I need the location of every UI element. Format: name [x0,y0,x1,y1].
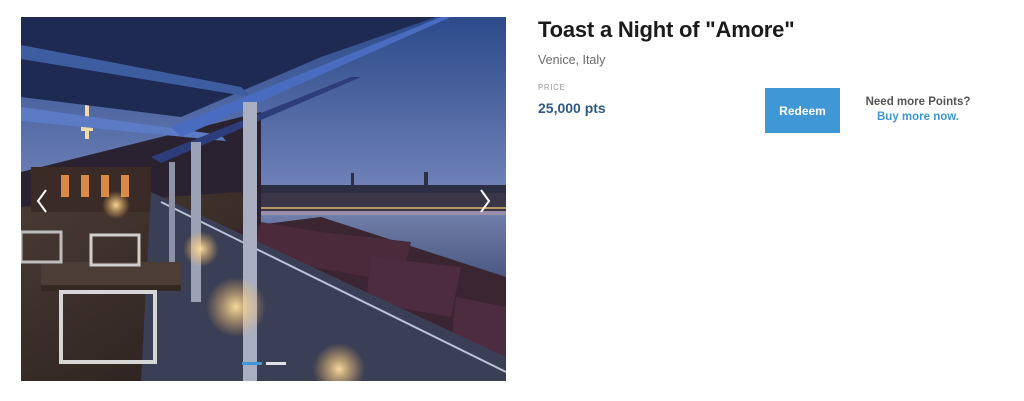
price-label: PRICE [538,83,566,92]
chevron-right-icon [480,189,491,213]
carousel-next-button[interactable] [472,181,498,221]
carousel-dot-1[interactable] [242,362,262,365]
more-points-question: Need more Points? [865,96,971,108]
buy-more-points: Need more Points? Buy more now. [848,95,988,125]
carousel-prev-button[interactable] [29,181,55,221]
listing-title: Toast a Night of "Amore" [538,17,795,42]
redeem-button[interactable]: Redeem [765,88,840,133]
photo-carousel[interactable] [21,17,506,381]
buy-more-link[interactable]: Buy more now. [848,110,988,125]
chevron-left-icon [36,189,47,213]
hotel-terrace-photo [21,17,506,381]
carousel-dot-2[interactable] [266,362,286,365]
listing-details: Toast a Night of "Amore" Venice, Italy [538,17,998,67]
carousel-pagination [242,362,286,365]
price-value: 25,000 pts [538,100,606,116]
listing-location: Venice, Italy [538,53,606,67]
